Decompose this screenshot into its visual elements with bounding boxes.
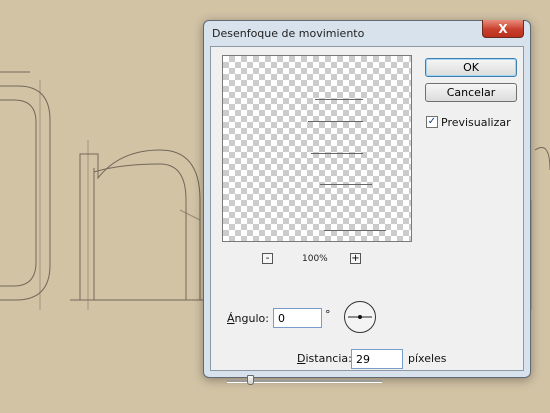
dialog-titlebar[interactable]: Desenfoque de movimiento X [204, 20, 530, 47]
preview-blur-stroke [308, 121, 363, 122]
angle-dial[interactable] [344, 301, 376, 333]
dialog-body: - 100% + OK Cancelar ✓ Previsualizar Áng… [210, 46, 524, 385]
preview-blur-stroke [320, 184, 372, 185]
close-icon: X [498, 21, 508, 36]
distance-slider-thumb[interactable] [247, 375, 255, 385]
distance-label: Distancia: [297, 352, 352, 365]
zoom-level: 100% [302, 254, 328, 264]
zoom-out-button[interactable]: - [262, 253, 273, 264]
distance-unit: píxeles [408, 352, 447, 365]
checkmark-icon: ✓ [427, 116, 437, 127]
preview-checkbox[interactable]: ✓ [426, 116, 438, 128]
close-button[interactable]: X [482, 20, 524, 38]
preview-checkbox-label[interactable]: Previsualizar [441, 116, 511, 129]
zoom-in-button[interactable]: + [350, 253, 361, 264]
ok-button[interactable]: OK [425, 58, 517, 77]
plus-icon: + [351, 253, 360, 264]
angle-input[interactable]: 0 [273, 308, 322, 328]
preview-blur-stroke [315, 99, 363, 100]
distance-input[interactable]: 29 [351, 349, 403, 369]
dial-indicator-icon [348, 315, 372, 319]
preview-blur-stroke [324, 230, 386, 231]
preview-area[interactable] [222, 55, 412, 242]
preview-blur-stroke [311, 153, 363, 154]
motion-blur-dialog: Desenfoque de movimiento X - 100% + OK C… [203, 20, 531, 385]
minus-icon: - [265, 253, 270, 264]
degree-symbol: ° [325, 308, 331, 321]
angle-label: Ángulo: [227, 312, 269, 325]
cancel-button[interactable]: Cancelar [425, 83, 517, 102]
dialog-title: Desenfoque de movimiento [212, 27, 365, 40]
